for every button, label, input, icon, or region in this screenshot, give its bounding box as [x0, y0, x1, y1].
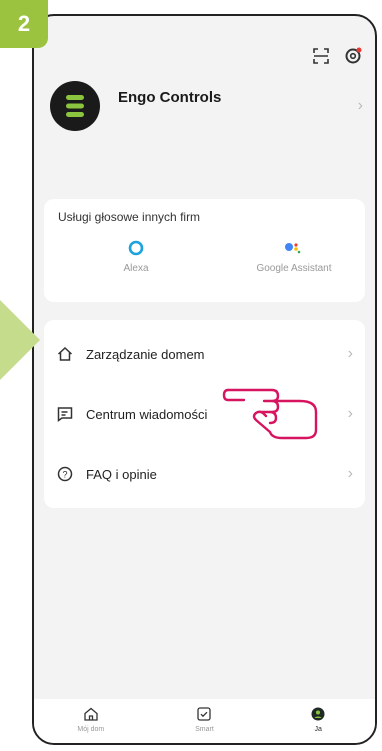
- step-number: 2: [17, 11, 31, 36]
- alexa-icon: [128, 240, 144, 256]
- profile-name: Engo Controls: [118, 88, 222, 106]
- pointer-arrow: [0, 300, 40, 380]
- alexa-item[interactable]: Alexa: [76, 237, 196, 274]
- tab-label: Smart: [195, 726, 214, 733]
- google-assistant-item[interactable]: Google Assistant: [234, 237, 354, 274]
- tab-me[interactable]: Ja: [278, 705, 358, 733]
- top-icons: [311, 46, 363, 66]
- engo-logo-icon: [66, 95, 84, 117]
- profile-row[interactable]: Engo Controls ›: [50, 78, 363, 134]
- tab-smart[interactable]: Smart: [164, 705, 244, 733]
- smart-tab-icon: [195, 705, 213, 723]
- help-icon: ?: [56, 465, 74, 483]
- google-assistant-label: Google Assistant: [256, 263, 332, 274]
- home-tab-icon: [82, 705, 100, 723]
- svg-text:?: ?: [62, 470, 67, 480]
- tab-label: Mój dom: [77, 726, 105, 733]
- bottom-nav: Mój dom Smart Ja: [34, 699, 375, 743]
- avatar: [50, 81, 100, 131]
- home-icon: [56, 345, 74, 363]
- voice-services-title: Usługi głosowe innych firm: [58, 210, 201, 224]
- step-badge: 2: [0, 0, 48, 48]
- tab-label: Ja: [314, 726, 322, 733]
- chevron-right-icon: ›: [357, 97, 363, 114]
- tab-my-home[interactable]: Mój dom: [51, 705, 131, 733]
- google-assistant-icon: [285, 243, 301, 254]
- chevron-right-icon: ›: [347, 345, 353, 362]
- settings-icon[interactable]: [343, 46, 363, 66]
- menu-item-faq[interactable]: ? FAQ i opinie ›: [56, 444, 353, 504]
- chevron-right-icon: ›: [347, 465, 353, 482]
- voice-services-card: Usługi głosowe innych firm Alexa Google …: [44, 199, 365, 302]
- menu-item-label: FAQ i opinie: [86, 466, 157, 482]
- scan-icon[interactable]: [311, 46, 331, 66]
- chevron-right-icon: ›: [347, 405, 353, 422]
- menu-item-label: Zarządzanie domem: [86, 346, 205, 362]
- pointing-hand-icon: [222, 388, 318, 440]
- alexa-label: Alexa: [123, 263, 149, 274]
- message-icon: [56, 405, 74, 423]
- phone-screen: Engo Controls › Usługi głosowe innych fi…: [32, 14, 377, 745]
- me-tab-icon: [309, 705, 327, 723]
